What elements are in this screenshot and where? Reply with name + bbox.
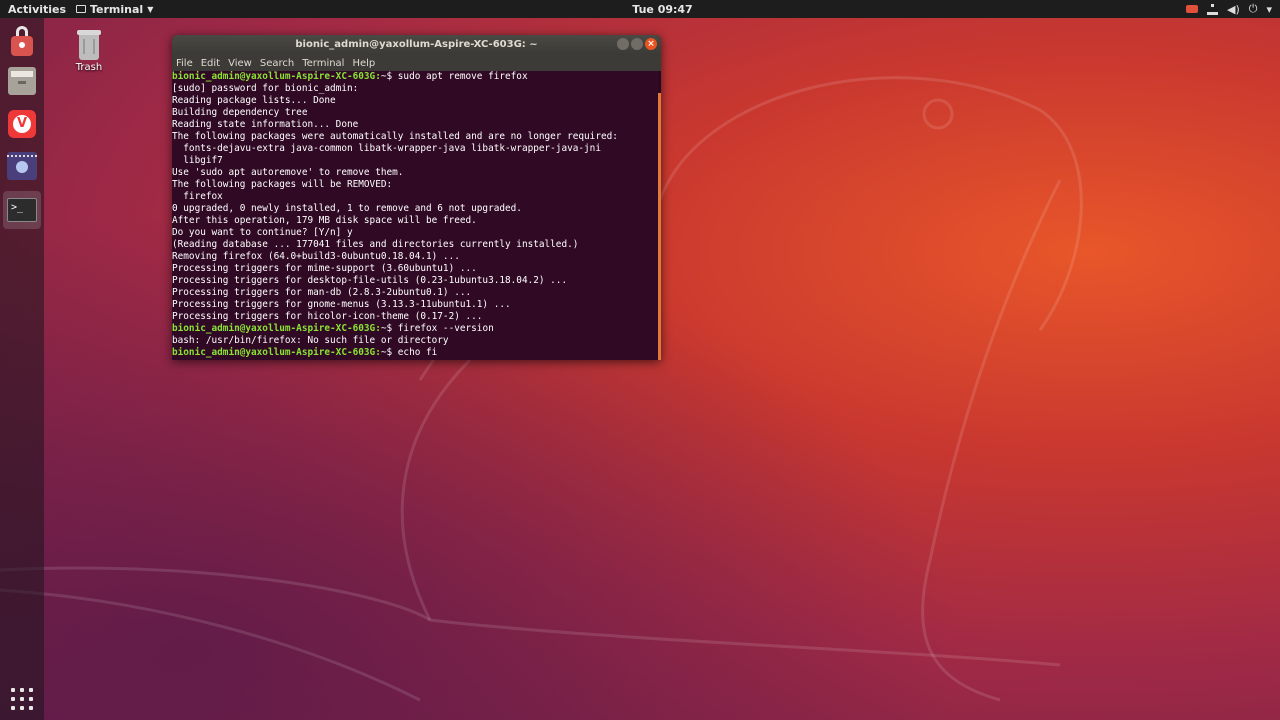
terminal-icon: >_ [7,198,37,222]
desktop-trash[interactable]: Trash [70,30,108,73]
volume-icon[interactable]: ◀) [1227,3,1240,16]
terminal-line: The following packages were automaticall… [172,131,618,142]
files-launcher[interactable] [3,62,41,100]
network-icon[interactable] [1207,3,1218,15]
terminal-line: firefox [172,191,223,202]
window-title: bionic_admin@yaxollum-Aspire-XC-603G: ~ [295,39,538,50]
system-tray[interactable]: ◀) ⏻ ▾ [1186,0,1272,18]
menu-edit[interactable]: Edit [201,58,220,69]
minimize-button[interactable] [617,38,629,50]
terminal-output[interactable]: bionic_admin@yaxollum-Aspire-XC-603G:~$ … [172,71,661,360]
trash-icon [77,30,101,60]
camera-indicator-icon[interactable] [1186,5,1198,13]
terminal-line: bash: /usr/bin/firefox: No such file or … [172,335,449,346]
close-button[interactable]: × [645,38,657,50]
app-menu-button[interactable]: Terminal ▼ [76,3,153,16]
terminal-line: bionic_admin@yaxollum-Aspire-XC-603G:~$ … [172,323,494,334]
scrollbar-thumb[interactable] [658,93,661,360]
terminal-line: [sudo] password for bionic_admin: [172,83,359,94]
app-menu-label: Terminal [90,2,144,16]
terminal-line: fonts-dejavu-extra java-common libatk-wr… [172,143,601,154]
terminal-line: Building dependency tree [172,107,308,118]
maximize-button[interactable] [631,38,643,50]
terminal-menubar: File Edit View Search Terminal Help [172,55,661,71]
video-editor-launcher[interactable] [3,147,41,185]
terminal-small-icon [76,5,86,13]
menu-help[interactable]: Help [352,58,375,69]
video-editor-icon [7,152,37,180]
menu-terminal[interactable]: Terminal [302,58,344,69]
activities-button[interactable]: Activities [0,3,66,16]
terminal-line: Processing triggers for hicolor-icon-the… [172,311,483,322]
terminal-line: After this operation, 179 MB disk space … [172,215,477,226]
terminal-line: Reading package lists... Done [172,95,336,106]
power-icon[interactable]: ⏻ [1249,2,1258,16]
terminal-line: The following packages will be REMOVED: [172,179,393,190]
menu-view[interactable]: View [228,58,252,69]
show-applications-icon[interactable] [11,688,33,710]
terminal-line: Removing firefox (64.0+build3-0ubuntu0.1… [172,251,460,262]
dock: V >_ [0,18,44,720]
chevron-down-icon: ▼ [147,4,154,14]
terminal-line: Reading state information... Done [172,119,359,130]
terminal-line: 0 upgraded, 0 newly installed, 1 to remo… [172,203,522,214]
terminal-line: Processing triggers for mime-support (3.… [172,263,477,274]
vivaldi-launcher[interactable]: V [3,105,41,143]
files-icon [8,67,36,95]
top-bar: Activities Terminal ▼ Tue 09:47 ◀) ⏻ ▾ [0,0,1280,18]
terminal-line: Processing triggers for gnome-menus (3.1… [172,299,511,310]
lock-app-icon [11,26,33,56]
terminal-window[interactable]: bionic_admin@yaxollum-Aspire-XC-603G: ~ … [172,35,661,360]
menu-search[interactable]: Search [260,58,294,69]
window-titlebar[interactable]: bionic_admin@yaxollum-Aspire-XC-603G: ~ … [172,35,661,55]
terminal-line: (Reading database ... 177041 files and d… [172,239,579,250]
terminal-line: libgif7 [172,155,223,166]
lock-app-launcher[interactable] [3,22,41,60]
terminal-line: Use 'sudo apt autoremove' to remove them… [172,167,404,178]
terminal-line: Do you want to continue? [Y/n] y [172,227,353,238]
menu-file[interactable]: File [176,58,193,69]
vivaldi-browser-icon: V [8,110,36,138]
trash-label: Trash [75,62,103,73]
clock[interactable]: Tue 09:47 [0,3,1280,16]
terminal-line: Processing triggers for desktop-file-uti… [172,275,568,286]
terminal-line: Processing triggers for man-db (2.8.3-2u… [172,287,472,298]
terminal-line: bionic_admin@yaxollum-Aspire-XC-603G:~$ … [172,347,438,358]
terminal-launcher[interactable]: >_ [3,191,41,229]
terminal-line: bionic_admin@yaxollum-Aspire-XC-603G:~$ … [172,71,528,82]
chevron-down-icon[interactable]: ▾ [1266,3,1272,16]
